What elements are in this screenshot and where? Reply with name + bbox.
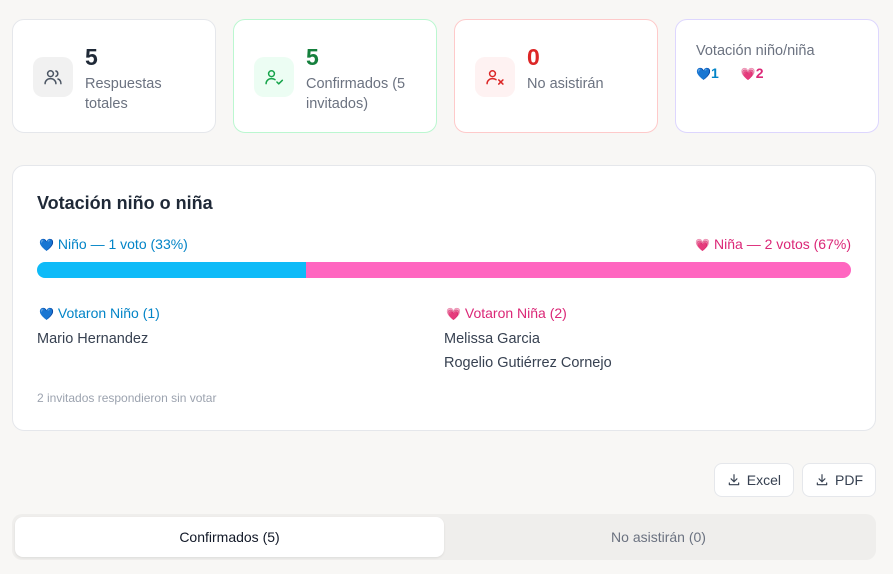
tab-declined[interactable]: No asistirán (0): [444, 517, 873, 557]
stat-card-declined: 0 No asistirán: [454, 19, 658, 133]
declined-label: No asistirán: [527, 76, 604, 92]
voter-name: Melissa Garcia: [444, 331, 540, 347]
boy-voters: 💙 Votaron Niño (1) Mario Hernandez: [37, 304, 444, 371]
vote-card-title: Votación niño/niña: [696, 43, 815, 59]
vote-card-girl: 💗2: [740, 65, 764, 81]
stat-card-confirmed: 5 Confirmados (5 invitados): [233, 19, 437, 133]
blue-heart-icon: 💙: [39, 307, 54, 321]
stat-card-vote: Votación niño/niña 💙1 💗2: [675, 19, 879, 133]
girl-voters: 💗 Votaron Niña (2) Melissa Garcia Rogeli…: [444, 304, 851, 371]
guest-tabs: Confirmados (5) No asistirán (0): [12, 514, 876, 560]
boy-fill: [37, 262, 306, 278]
user-check-icon: [254, 57, 294, 97]
download-icon: [728, 474, 740, 486]
export-buttons: Excel PDF: [713, 463, 876, 497]
download-icon: [816, 474, 828, 486]
pink-heart-icon: 💗: [695, 238, 711, 252]
declined-count: 0: [527, 44, 540, 70]
page: 5 Respuestas totales 5 Confirmados (5 invi…: [0, 0, 893, 574]
boy-voters-heading: 💙 Votaron Niño (1): [39, 305, 160, 321]
stat-card-total: 5 Respuestas totales: [12, 19, 216, 133]
girl-voters-heading: 💗 Votaron Niña (2): [446, 305, 567, 321]
blue-heart-icon: 💙: [696, 67, 711, 81]
girl-vote-label: 💗 Niña — 2 votos (67%): [695, 236, 851, 252]
users-icon: [33, 57, 73, 97]
panel-title: Votación niño o niña: [37, 193, 213, 213]
no-vote-note: 2 invitados respondieron sin votar: [37, 391, 217, 405]
boy-vote-label: 💙 Niño — 1 voto (33%): [39, 236, 188, 252]
blue-heart-icon: 💙: [39, 238, 54, 252]
pink-heart-icon: 💗: [446, 307, 461, 321]
total-label: Respuestas totales: [85, 76, 162, 112]
user-x-icon: [475, 57, 515, 97]
tab-confirmed[interactable]: Confirmados (5): [15, 517, 444, 557]
girl-fill: [305, 262, 851, 278]
voter-name: Mario Hernandez: [37, 331, 149, 347]
confirmed-count: 5: [306, 44, 319, 70]
vote-progress-bar: [37, 262, 851, 278]
export-pdf-button[interactable]: PDF: [802, 463, 876, 497]
export-excel-button[interactable]: Excel: [713, 463, 794, 497]
stats-row: 5 Respuestas totales 5 Confirmados (5 invi…: [12, 19, 879, 133]
voter-name: Rogelio Gutiérrez Cornejo: [444, 355, 612, 371]
vote-panel: Votación niño o niña 💙 Niño — 1 voto (33…: [12, 165, 876, 431]
confirmed-label: Confirmados (5 invitados): [306, 76, 406, 112]
total-count: 5: [85, 44, 98, 70]
pink-heart-icon: 💗: [740, 67, 756, 81]
vote-card-boy: 💙1: [696, 65, 719, 81]
